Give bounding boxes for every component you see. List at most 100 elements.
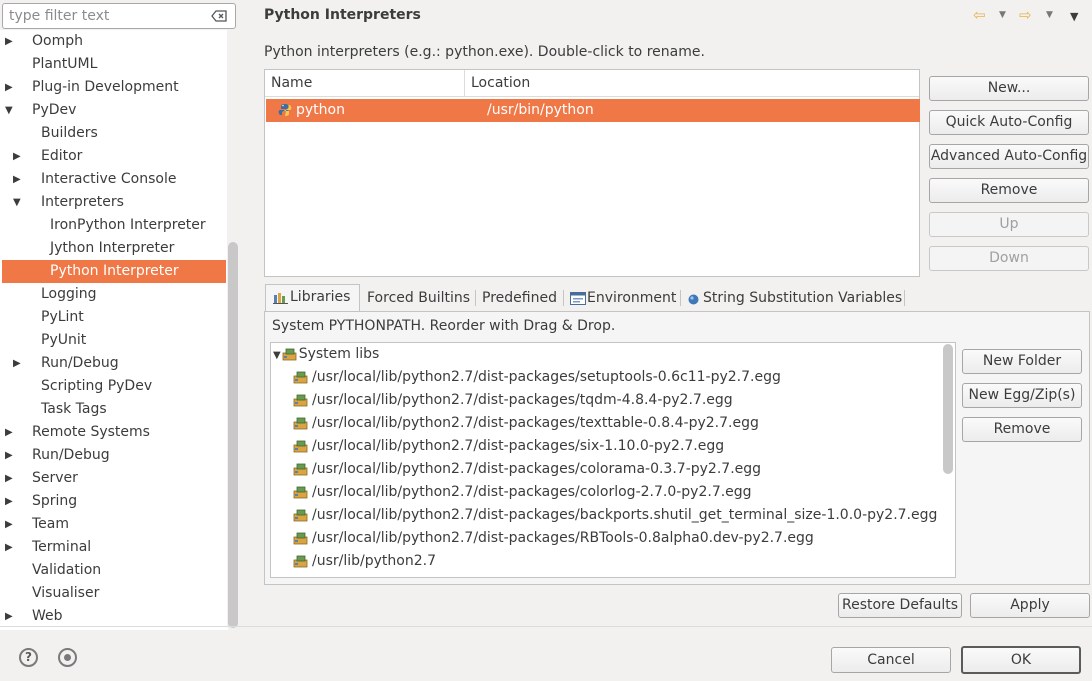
tree-item[interactable]: ▼ PyDev [0,99,226,122]
expand-arrow-icon[interactable]: ▶ [13,145,21,168]
tree-item[interactable]: ▼ Interpreters [0,191,226,214]
list-item[interactable]: /usr/local/lib/python2.7/dist-packages/c… [293,481,752,504]
tree-item[interactable]: ▶ Run/Debug [0,352,226,375]
help-icon[interactable]: ? [19,648,38,667]
tree-item[interactable]: ▶ Spring [0,490,226,513]
tree-item-label: Spring [32,493,78,509]
tab-environment-label: Environment [587,290,677,306]
tree-item[interactable]: ▶ Plug-in Development [0,76,226,99]
python-icon [278,104,292,116]
expand-arrow-icon[interactable]: ▶ [5,76,13,99]
remove-interpreter-button[interactable]: Remove [929,178,1089,203]
tree-item[interactable]: Visualiser [0,582,226,605]
tab-libraries[interactable]: Libraries [265,284,360,312]
back-arrow-icon[interactable]: ⇦ [973,6,986,24]
libraries-description: System PYTHONPATH. Reorder with Drag & D… [272,318,616,334]
tree-item[interactable]: PlantUML [0,53,226,76]
libraries-scrollbar-thumb[interactable] [943,344,953,474]
tree-item[interactable]: PyLint [0,306,226,329]
remove-library-button[interactable]: Remove [962,417,1082,442]
libraries-root[interactable]: ▼ System libs [273,343,379,366]
tree-item[interactable]: Jython Interpreter [0,237,226,260]
tree-item[interactable]: Task Tags [0,398,226,421]
libraries-tree[interactable]: ▼ System libs/usr/local/lib/python2.7/dis… [270,342,956,578]
expand-arrow-icon[interactable]: ▶ [5,490,13,513]
expand-arrow-icon[interactable]: ▶ [5,536,13,559]
tree-item[interactable]: ▶ Interactive Console [0,168,226,191]
tree-scrollbar-thumb[interactable] [228,242,238,628]
tree-item-label: PyUnit [41,332,87,348]
apply-button[interactable]: Apply [970,593,1090,618]
list-item[interactable]: /usr/local/lib/python2.7/dist-packages/c… [293,458,761,481]
table-row[interactable]: python /usr/bin/python [266,99,920,122]
list-item[interactable]: /usr/local/lib/python2.7/dist-packages/s… [293,366,781,389]
filter-box[interactable] [2,3,236,29]
tree-item[interactable]: Scripting PyDev [0,375,226,398]
import-export-icon[interactable] [58,648,77,667]
new-interpreter-button[interactable]: New... [929,76,1089,101]
list-item[interactable]: /usr/lib/python2.7 [293,550,436,573]
tree-item-label: Remote Systems [32,424,150,440]
tree-item[interactable]: Builders [0,122,226,145]
preference-tree[interactable]: ▶ Oomph PlantUML ▶ Plug-in Development ▼ PyDev… [0,30,228,630]
quick-auto-config-button[interactable]: Quick Auto-Config [929,110,1089,135]
advanced-auto-config-button[interactable]: Advanced Auto-Config [929,144,1089,169]
tree-item[interactable]: IronPython Interpreter [0,214,226,237]
expand-arrow-icon[interactable]: ▶ [5,605,13,628]
filter-input[interactable] [9,7,199,25]
expand-arrow-icon[interactable]: ▶ [13,352,21,375]
tab-forced-builtins[interactable]: Forced Builtins [367,286,470,311]
new-egg-zip-button[interactable]: New Egg/Zip(s) [962,383,1082,408]
forward-history-dropdown-icon[interactable]: ▼ [1046,10,1053,20]
expand-arrow-icon[interactable]: ▶ [5,30,13,53]
collapse-arrow-icon[interactable]: ▼ [273,350,281,361]
bottom-separator [0,626,1092,627]
tree-item[interactable]: Validation [0,559,226,582]
down-button[interactable]: Down [929,246,1089,271]
tree-item[interactable]: ▶ Terminal [0,536,226,559]
back-history-dropdown-icon[interactable]: ▼ [999,10,1006,20]
forward-arrow-icon[interactable]: ⇨ [1019,6,1032,24]
list-item[interactable]: /usr/local/lib/python2.7/dist-packages/t… [293,389,733,412]
expand-arrow-icon[interactable]: ▶ [5,444,13,467]
list-item[interactable]: /usr/local/lib/python2.7/dist-packages/t… [293,412,759,435]
view-menu-icon[interactable]: ▼ [1070,10,1078,23]
ok-button[interactable]: OK [961,646,1081,674]
list-item[interactable]: /usr/local/lib/python2.7/dist-packages/R… [293,527,814,550]
tree-item-label: PyLint [41,309,84,325]
egg-icon [293,507,309,523]
expand-arrow-icon[interactable]: ▶ [5,467,13,490]
restore-defaults-button[interactable]: Restore Defaults [838,593,962,618]
tree-item[interactable]: Logging [0,283,226,306]
expand-arrow-icon[interactable]: ▶ [5,513,13,536]
tree-item[interactable]: ▶ Team [0,513,226,536]
egg-icon [293,438,309,454]
library-path: /usr/local/lib/python2.7/dist-packages/s… [312,438,725,454]
list-item[interactable]: /usr/local/lib/python2.7/dist-packages/s… [293,435,724,458]
tree-item-label: Oomph [32,33,83,49]
new-folder-button[interactable]: New Folder [962,349,1082,374]
tree-item[interactable]: ▶ Remote Systems [0,421,226,444]
expand-arrow-icon[interactable]: ▶ [5,421,13,444]
tree-item[interactable]: ▶ Editor [0,145,226,168]
collapse-arrow-icon[interactable]: ▼ [5,99,13,122]
up-button[interactable]: Up [929,212,1089,237]
tab-predefined[interactable]: Predefined [482,286,557,311]
collapse-arrow-icon[interactable]: ▼ [13,191,21,214]
tree-item[interactable]: ▶ Oomph [0,30,226,53]
tree-item[interactable]: PyUnit [0,329,226,352]
clear-filter-icon[interactable] [211,10,227,22]
tree-item-label: Server [32,470,78,486]
expand-arrow-icon[interactable]: ▶ [13,168,21,191]
cancel-button[interactable]: Cancel [831,647,951,673]
tree-item[interactable]: Python Interpreter [2,260,226,283]
egg-icon [293,369,309,385]
list-item[interactable]: /usr/local/lib/python2.7/dist-packages/b… [293,504,937,527]
tree-item-label: Interpreters [41,194,124,210]
column-header-name[interactable]: Name [265,70,465,97]
tree-item[interactable]: ▶ Web [0,605,226,628]
column-header-location[interactable]: Location [465,70,919,97]
tree-item[interactable]: ▶ Run/Debug [0,444,226,467]
interpreters-table[interactable]: Name Location python /usr/bin/python [264,69,920,277]
tree-item[interactable]: ▶ Server [0,467,226,490]
